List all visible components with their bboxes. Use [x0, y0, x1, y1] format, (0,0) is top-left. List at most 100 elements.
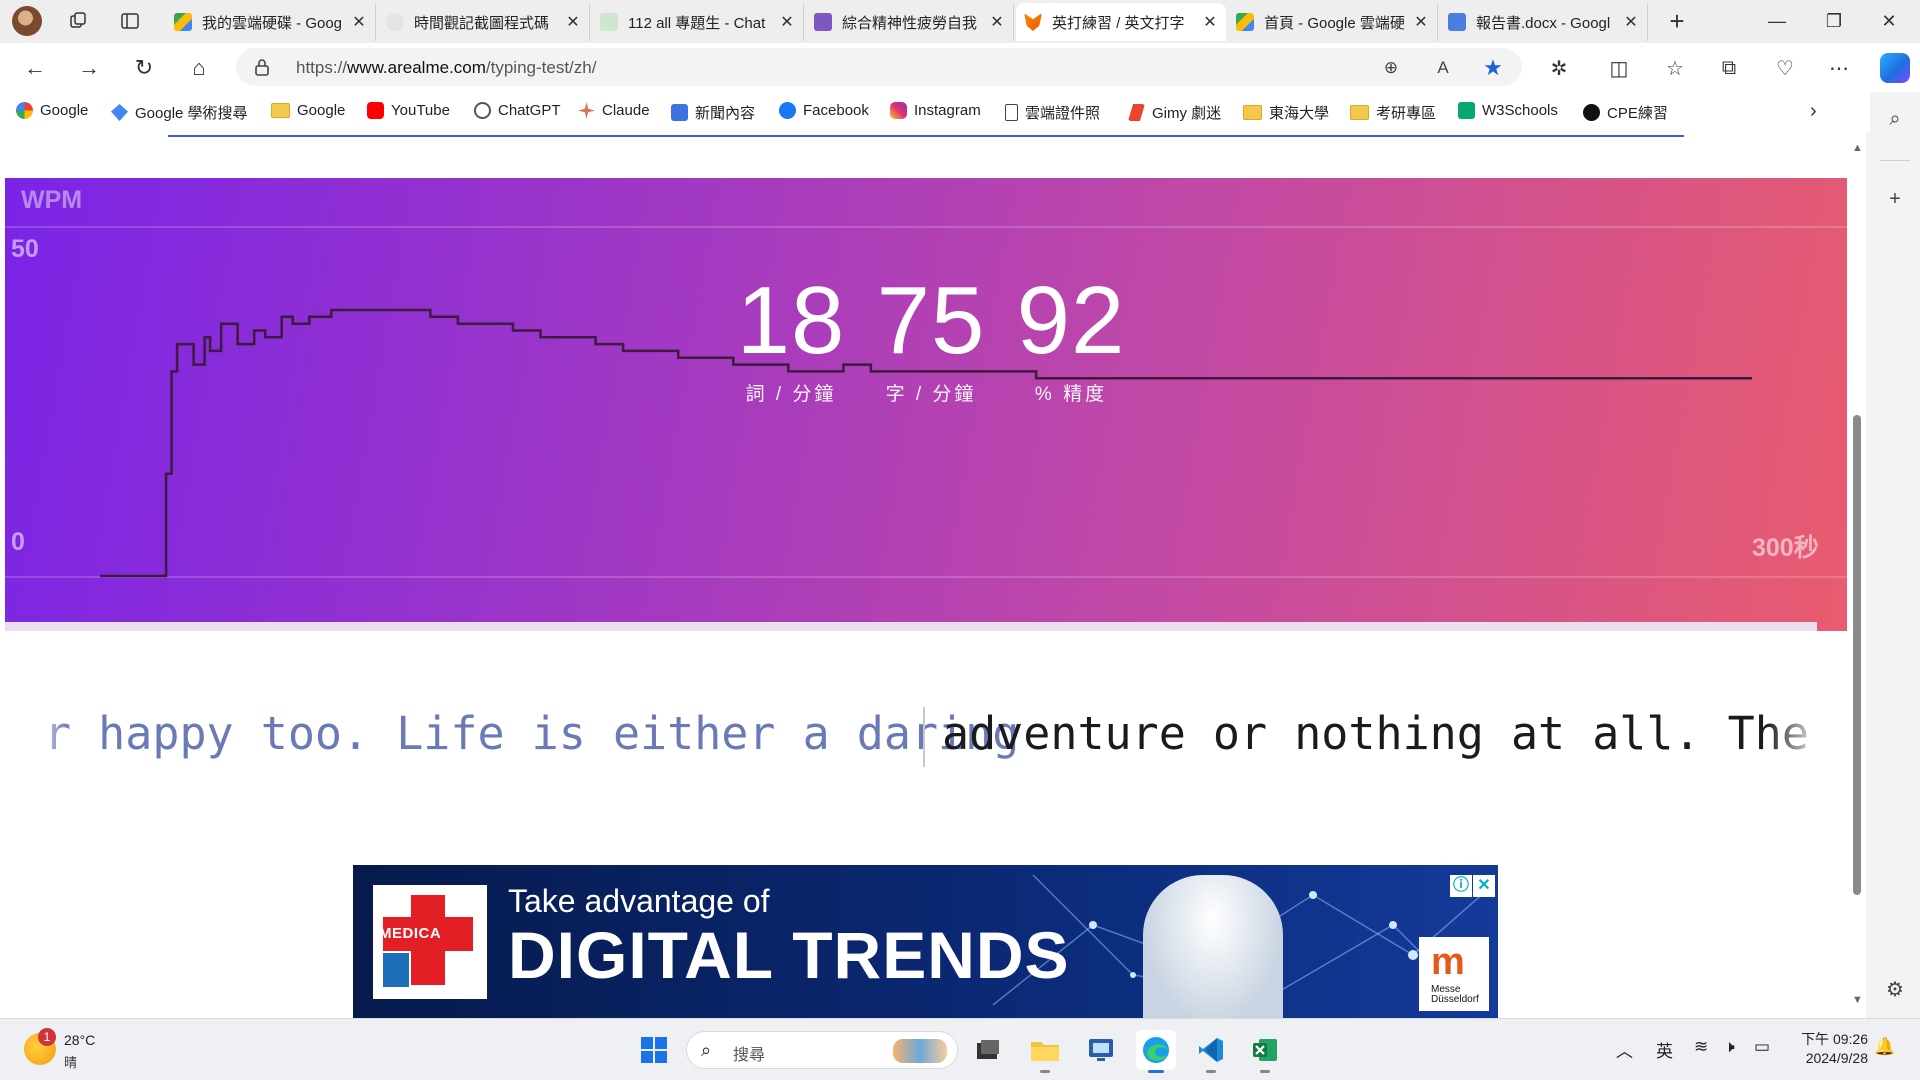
close-tab-icon[interactable]: ✕: [779, 12, 795, 32]
tab-title: 英打練習 / 英文打字: [1052, 14, 1185, 32]
address-bar[interactable]: https://www.arealme.com/typing-test/zh/ …: [236, 48, 1522, 86]
scroll-up-arrow-icon[interactable]: ▲: [1852, 142, 1863, 154]
sidebar-divider: [1880, 160, 1910, 161]
tab-title: 我的雲端硬碟 - Goog: [202, 14, 343, 32]
github-icon: [1583, 104, 1600, 121]
excel-icon[interactable]: [1245, 1030, 1285, 1073]
bookmark-grad-exam[interactable]: 考研專區: [1350, 102, 1436, 123]
tab-chat[interactable]: 112 all 專題生 - Chat ✕: [592, 3, 804, 41]
ad-close-icon[interactable]: ✕: [1473, 875, 1495, 897]
url-text[interactable]: https://www.arealme.com/typing-test/zh/: [296, 58, 596, 78]
more-menu-icon[interactable]: ⋯: [1826, 55, 1852, 81]
wifi-icon[interactable]: ≋: [1694, 1037, 1708, 1057]
system-clock[interactable]: 下午 09:26 2024/9/28: [1796, 1030, 1868, 1068]
bookmark-chatgpt[interactable]: ChatGPT: [474, 102, 561, 119]
tab-title: 首頁 - Google 雲端硬: [1264, 14, 1405, 32]
tab-typing-test[interactable]: 英打練習 / 英文打字 ✕: [1016, 3, 1226, 41]
tab-title: 綜合精神性疲勞自我: [842, 14, 978, 32]
bookmark-google-folder[interactable]: Google: [271, 102, 345, 119]
human-body-figure: [1143, 875, 1283, 1018]
page-scrollbar[interactable]: ▲ ▼: [1848, 132, 1866, 1018]
close-tab-icon[interactable]: ✕: [351, 12, 367, 32]
refresh-button[interactable]: ↻: [129, 53, 159, 83]
favorites-icon[interactable]: ☆: [1662, 55, 1688, 81]
tab-google-drive[interactable]: 我的雲端硬碟 - Goog ✕: [166, 3, 376, 41]
profile-avatar[interactable]: [12, 6, 42, 36]
scholar-icon: [111, 104, 128, 121]
lock-icon[interactable]: [254, 58, 270, 76]
google-drive-icon: [174, 13, 192, 31]
bookmark-news[interactable]: 新聞內容: [671, 102, 755, 123]
bookmark-instagram[interactable]: Instagram: [890, 102, 981, 119]
tab-screenshot-code[interactable]: 時間觀記截圖程式碼 ✕: [378, 3, 590, 41]
typing-area[interactable]: r happy too. Life is either a daring adv…: [0, 707, 1846, 767]
home-button[interactable]: ⌂: [184, 53, 214, 83]
edge-browser-icon[interactable]: [1136, 1030, 1176, 1073]
bookmark-gimy[interactable]: Gimy 劇迷: [1128, 102, 1221, 123]
bookmark-thu[interactable]: 東海大學: [1243, 102, 1329, 123]
bookmark-id-photo[interactable]: 雲端證件照: [1005, 102, 1100, 123]
extensions-icon[interactable]: ✲: [1546, 55, 1572, 81]
ad-headline-large: DIGITAL TRENDS: [508, 918, 1070, 992]
file-explorer-icon[interactable]: [1025, 1030, 1065, 1073]
close-tab-icon[interactable]: ✕: [1413, 12, 1429, 32]
bookmark-cpe[interactable]: CPE練習: [1583, 102, 1668, 123]
bookmark-google[interactable]: Google: [16, 102, 88, 119]
tab-report-docx[interactable]: 報告書.docx - Googl ✕: [1440, 3, 1648, 41]
taskbar-search[interactable]: ⌕ 搜尋: [686, 1031, 958, 1069]
windows-taskbar: 1 28°C 晴 ⌕ 搜尋 ︿ 英 ≋ 🕨 ▭ 下午 09:26 2024/9/…: [0, 1018, 1920, 1080]
search-placeholder: 搜尋: [733, 1047, 766, 1064]
collections-icon[interactable]: ⧉: [1716, 55, 1742, 81]
bookmark-w3schools[interactable]: W3Schools: [1458, 102, 1558, 119]
favorite-star-icon[interactable]: ★: [1482, 55, 1504, 80]
new-tab-button[interactable]: +: [1662, 6, 1692, 36]
workspaces-icon[interactable]: [64, 8, 92, 34]
bookmark-youtube[interactable]: YouTube: [367, 102, 450, 119]
weather-temperature[interactable]: 28°C: [64, 1032, 95, 1048]
vscode-icon[interactable]: [1191, 1030, 1231, 1073]
back-button[interactable]: ←: [20, 53, 50, 83]
remote-desktop-icon[interactable]: [1081, 1030, 1121, 1070]
stat-cpm: 75 字 / 分鐘: [860, 273, 1002, 406]
stat-accuracy: 92 % 精度: [1000, 273, 1142, 406]
close-tab-icon[interactable]: ✕: [989, 12, 1005, 32]
tab-forms[interactable]: 綜合精神性疲勞自我 ✕: [806, 3, 1014, 41]
close-tab-icon[interactable]: ✕: [565, 12, 581, 32]
input-method-indicator[interactable]: 英: [1656, 1037, 1673, 1062]
search-icon[interactable]: ⌕: [1882, 106, 1908, 132]
chevron-right-icon[interactable]: ›: [1810, 100, 1817, 123]
windows-start-icon[interactable]: [634, 1030, 674, 1070]
bookmark-facebook[interactable]: Facebook: [779, 102, 869, 119]
vertical-tabs-icon[interactable]: [116, 8, 144, 34]
header-underline: [168, 135, 1684, 137]
copilot-icon[interactable]: [1880, 53, 1910, 83]
advertisement-banner[interactable]: MEDICA Take advantage of DIGITAL TRENDS …: [353, 865, 1498, 1018]
close-tab-icon[interactable]: ✕: [1623, 12, 1639, 32]
weather-description[interactable]: 晴: [64, 1052, 77, 1071]
volume-muted-icon[interactable]: 🕨: [1724, 1037, 1735, 1057]
scroll-thumb[interactable]: [1853, 415, 1861, 895]
bookmark-claude[interactable]: Claude: [578, 102, 650, 119]
show-hidden-icons-chevron-icon[interactable]: ︿: [1616, 1037, 1633, 1062]
split-screen-icon[interactable]: ◫: [1606, 55, 1632, 81]
google-icon: [16, 102, 33, 119]
browser-essentials-icon[interactable]: ♡: [1772, 55, 1798, 81]
notification-bell-icon[interactable]: 🔔: [1874, 1037, 1895, 1057]
ad-info-icon[interactable]: ⓘ: [1450, 875, 1472, 897]
zoom-icon[interactable]: ⊕: [1380, 57, 1402, 79]
bookmark-google-scholar[interactable]: Google 學術搜尋: [111, 102, 248, 123]
task-view-icon[interactable]: [968, 1030, 1008, 1070]
read-aloud-icon[interactable]: A: [1432, 57, 1454, 79]
close-tab-icon[interactable]: ✕: [1202, 12, 1218, 32]
tab-google-drive-home[interactable]: 首頁 - Google 雲端硬 ✕: [1228, 3, 1438, 41]
running-indicator: [1040, 1070, 1050, 1073]
active-indicator: [1148, 1070, 1164, 1073]
forward-button[interactable]: →: [74, 53, 104, 83]
battery-icon[interactable]: ▭: [1754, 1037, 1770, 1057]
chatgpt-icon: [474, 102, 491, 119]
settings-gear-icon[interactable]: ⚙: [1882, 976, 1908, 1002]
add-icon[interactable]: +: [1882, 186, 1908, 212]
scroll-down-arrow-icon[interactable]: ▼: [1852, 994, 1863, 1006]
stat-value: 75: [876, 267, 986, 374]
close-window-button[interactable]: ✕: [1854, 0, 1920, 43]
